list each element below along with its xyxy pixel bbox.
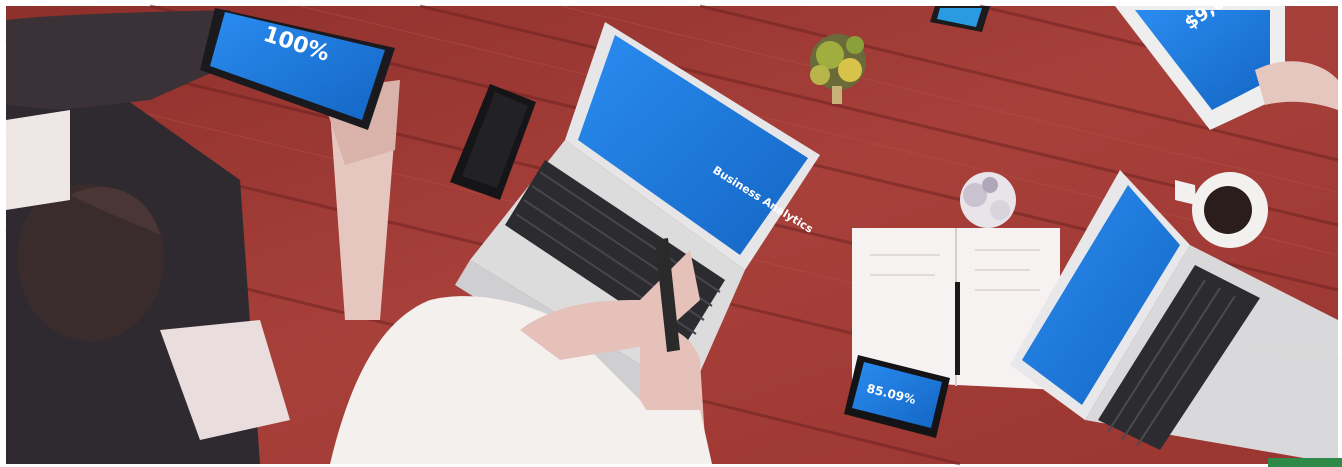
office-desk-photo: 100% Business Analytics $9,000 85.09% — [0, 0, 1342, 467]
photo-illustration: 100% Business Analytics $9,000 85.09% — [0, 0, 1342, 467]
corner-accent — [1268, 458, 1342, 467]
crumpled-paper — [960, 172, 1016, 228]
pen-icon — [955, 282, 960, 375]
